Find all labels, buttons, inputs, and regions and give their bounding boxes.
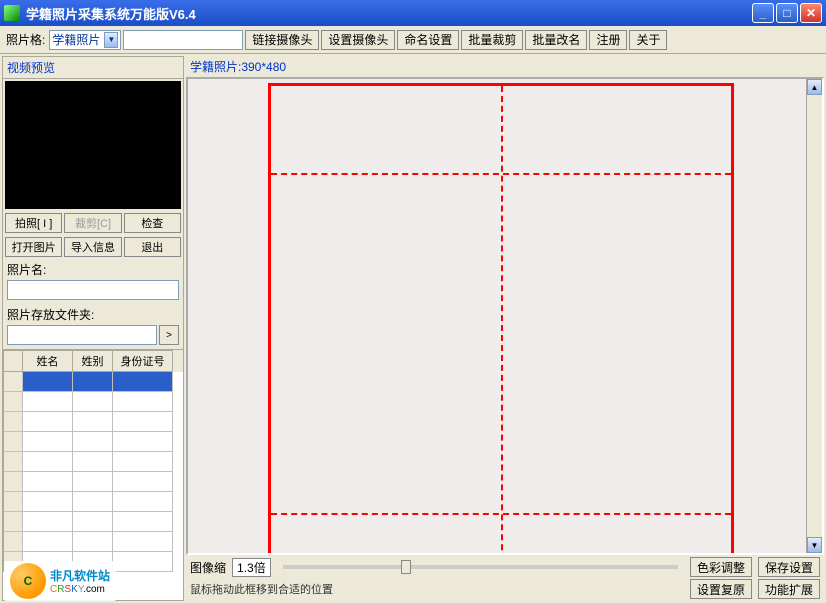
batch-crop-button[interactable]: 批量裁剪: [461, 30, 523, 50]
exit-button[interactable]: 退出: [124, 237, 181, 257]
table-row[interactable]: [3, 372, 183, 392]
naming-settings-button[interactable]: 命名设置: [397, 30, 459, 50]
left-panel: 视频预览 拍照[ I ] 裁剪[C] 检查 打开图片 导入信息 退出 照片名: …: [2, 56, 184, 601]
table-row[interactable]: [3, 412, 183, 432]
vertical-scrollbar[interactable]: ▲ ▼: [806, 79, 822, 553]
app-icon: [4, 5, 20, 21]
col-gender: 姓别: [73, 350, 113, 372]
table-row[interactable]: [3, 512, 183, 532]
col-idno: 身份证号: [113, 350, 173, 372]
crop-guide-center: [501, 86, 503, 555]
titlebar: 学籍照片采集系统万能版V6.4 _ □ ✕: [0, 0, 826, 26]
import-info-button[interactable]: 导入信息: [64, 237, 121, 257]
crop-button: 裁剪[C]: [64, 213, 121, 233]
feature-extend-button[interactable]: 功能扩展: [758, 579, 820, 599]
grid-body[interactable]: [3, 372, 183, 600]
table-row[interactable]: [3, 492, 183, 512]
photo-spec-title: 学籍照片:390*480: [186, 56, 824, 77]
slider-thumb[interactable]: [401, 560, 411, 574]
table-row[interactable]: [3, 532, 183, 552]
open-image-button[interactable]: 打开图片: [5, 237, 62, 257]
video-preview: [5, 81, 181, 209]
check-button[interactable]: 检查: [124, 213, 181, 233]
close-button[interactable]: ✕: [800, 3, 822, 23]
color-adjust-button[interactable]: 色彩调整: [690, 557, 752, 577]
data-grid[interactable]: 姓名 姓别 身份证号: [3, 349, 183, 600]
register-button[interactable]: 注册: [589, 30, 627, 50]
client-area: 视频预览 拍照[ I ] 裁剪[C] 检查 打开图片 导入信息 退出 照片名: …: [0, 54, 826, 603]
format-label: 照片格:: [6, 31, 47, 48]
table-row[interactable]: [3, 472, 183, 492]
folder-input[interactable]: [7, 325, 157, 345]
crop-frame[interactable]: [268, 83, 734, 555]
preview-title: 视频预览: [3, 57, 183, 79]
minimize-button[interactable]: _: [752, 3, 774, 23]
right-panel: 学籍照片:390*480 ▲ ▼ 图像缩 1.3倍 色彩调整 保存设置 鼠标拖动…: [186, 56, 824, 601]
maximize-button[interactable]: □: [776, 3, 798, 23]
about-button[interactable]: 关于: [629, 30, 667, 50]
format-select[interactable]: 学籍照片 ▼: [49, 30, 121, 50]
table-row[interactable]: [3, 552, 183, 572]
zoom-label: 图像缩: [190, 559, 226, 576]
scroll-up-button[interactable]: ▲: [807, 79, 822, 95]
toolbar-text-input[interactable]: [123, 30, 243, 50]
col-name: 姓名: [23, 350, 73, 372]
window-title: 学籍照片采集系统万能版V6.4: [26, 4, 752, 23]
batch-rename-button[interactable]: 批量改名: [525, 30, 587, 50]
format-value: 学籍照片: [52, 31, 100, 48]
canvas-area[interactable]: ▲ ▼: [186, 77, 824, 555]
table-row[interactable]: [3, 392, 183, 412]
table-row[interactable]: [3, 432, 183, 452]
chevron-down-icon[interactable]: ▼: [104, 32, 118, 48]
photo-name-label: 照片名:: [3, 259, 183, 280]
capture-button[interactable]: 拍照[ I ]: [5, 213, 62, 233]
folder-label: 照片存放文件夹:: [3, 304, 183, 325]
hint-text: 鼠标拖动此框移到合适的位置: [190, 581, 684, 597]
zoom-slider[interactable]: [283, 565, 678, 569]
set-camera-button[interactable]: 设置摄像头: [321, 30, 395, 50]
connect-camera-button[interactable]: 链接摄像头: [245, 30, 319, 50]
toolbar: 照片格: 学籍照片 ▼ 链接摄像头 设置摄像头 命名设置 批量裁剪 批量改名 注…: [0, 26, 826, 54]
grid-header: 姓名 姓别 身份证号: [3, 350, 183, 372]
save-settings-button[interactable]: 保存设置: [758, 557, 820, 577]
photo-name-input[interactable]: [7, 280, 179, 300]
browse-folder-button[interactable]: >: [159, 325, 179, 345]
zoom-value: 1.3倍: [232, 558, 271, 577]
scroll-down-button[interactable]: ▼: [807, 537, 822, 553]
restore-settings-button[interactable]: 设置复原: [690, 579, 752, 599]
table-row[interactable]: [3, 452, 183, 472]
